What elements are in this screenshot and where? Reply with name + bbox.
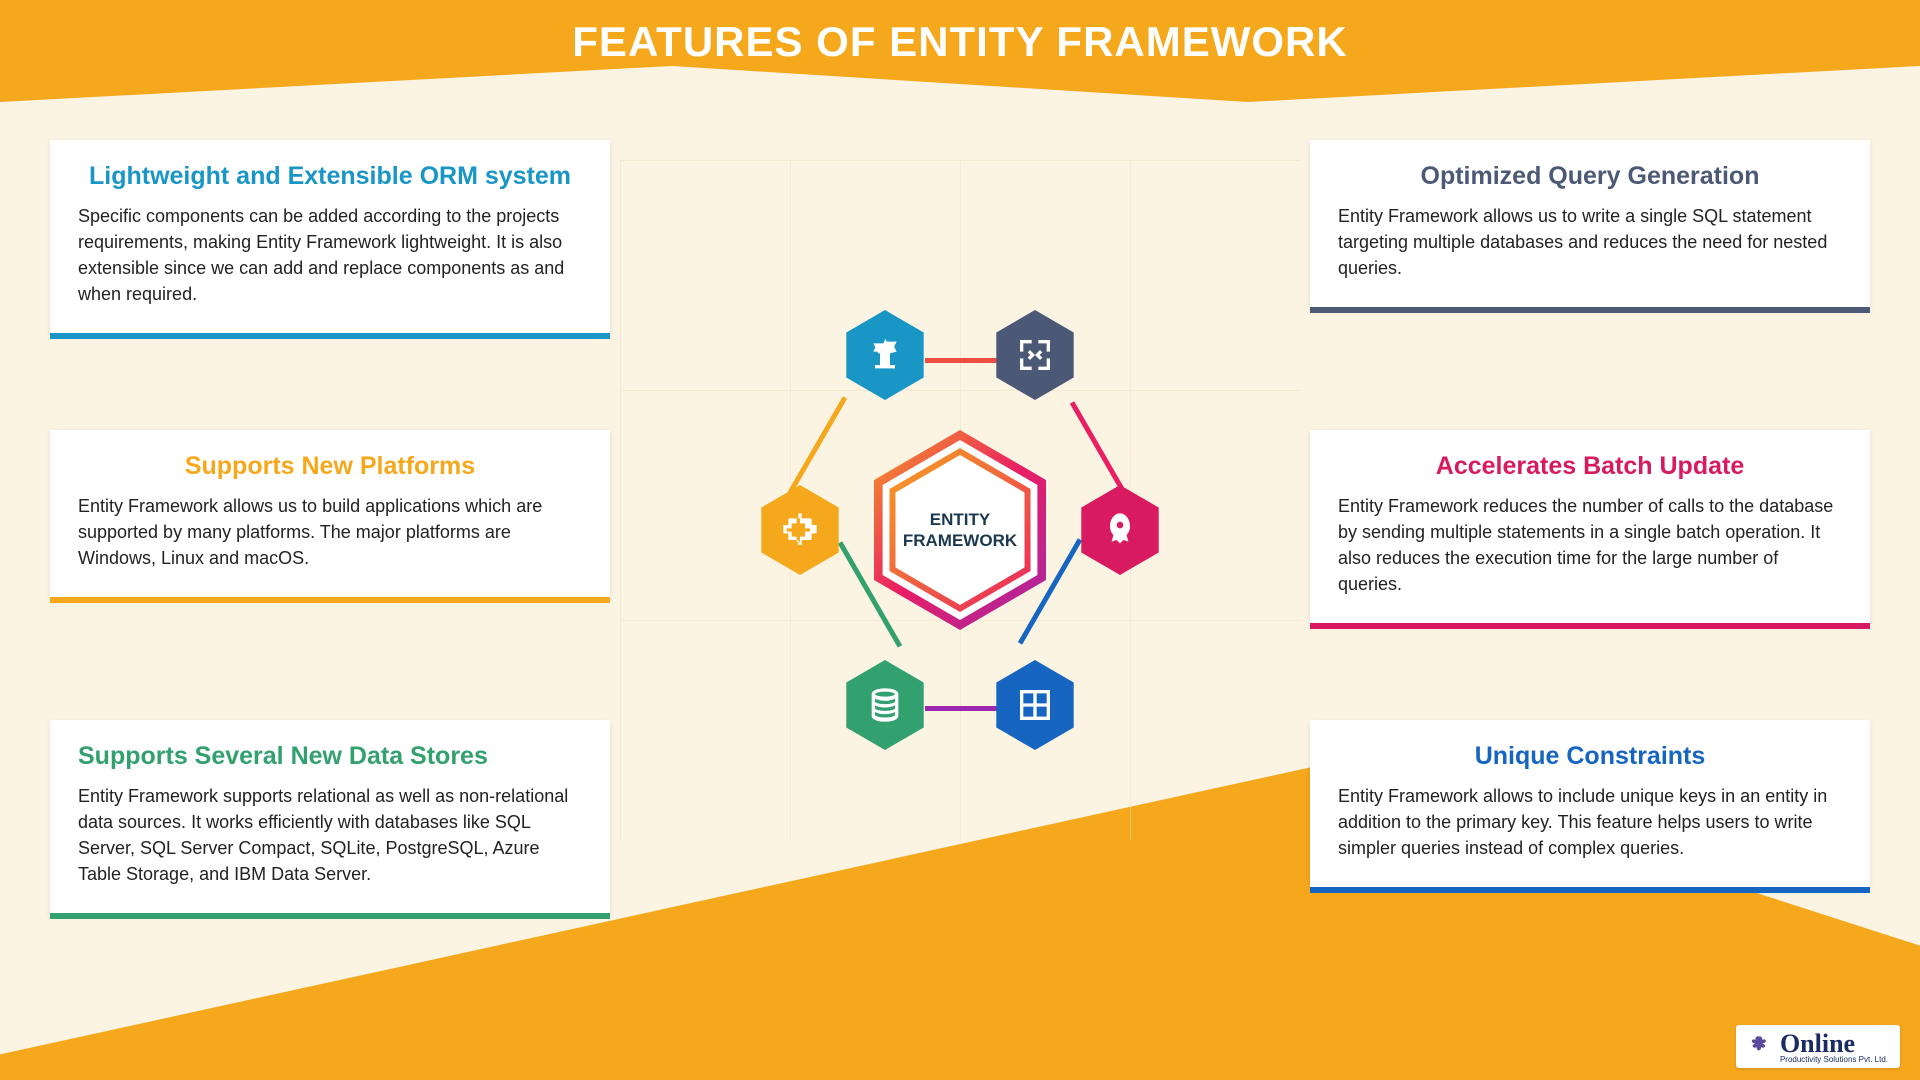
connector — [925, 358, 1000, 363]
node-batch — [1075, 485, 1165, 575]
feature-body: Entity Framework supports relational as … — [78, 783, 582, 887]
page-title: FEATURES OF ENTITY FRAMEWORK — [0, 18, 1920, 66]
feature-body: Entity Framework reduces the number of c… — [1338, 493, 1842, 597]
grid-icon — [1015, 685, 1055, 725]
feature-card-platforms: Supports New Platforms Entity Framework … — [50, 430, 610, 597]
connector — [783, 396, 847, 502]
center-hex-diagram: ENTITY FRAMEWORK — [710, 280, 1210, 780]
feature-body: Entity Framework allows to include uniqu… — [1338, 783, 1842, 861]
node-query — [990, 310, 1080, 400]
node-platforms — [755, 485, 845, 575]
feature-card-constraints: Unique Constraints Entity Framework allo… — [1310, 720, 1870, 887]
feature-body: Specific components can be added accordi… — [78, 203, 582, 307]
feature-title: Accelerates Batch Update — [1338, 452, 1842, 481]
center-label: ENTITY FRAMEWORK — [885, 509, 1035, 552]
sitemap-icon — [780, 510, 820, 550]
connector — [925, 706, 1000, 711]
feature-title: Unique Constraints — [1338, 742, 1842, 771]
scales-icon — [865, 335, 905, 375]
feature-card-data-stores: Supports Several New Data Stores Entity … — [50, 720, 610, 913]
flower-icon — [1746, 1034, 1774, 1062]
expand-icon — [1015, 335, 1055, 375]
feature-card-batch: Accelerates Batch Update Entity Framewor… — [1310, 430, 1870, 623]
feature-title: Supports Several New Data Stores — [78, 742, 582, 771]
feature-title: Lightweight and Extensible ORM system — [78, 162, 582, 191]
node-orm — [840, 310, 930, 400]
node-data-stores — [840, 660, 930, 750]
node-constraints — [990, 660, 1080, 750]
feature-body: Entity Framework allows us to build appl… — [78, 493, 582, 571]
feature-title: Optimized Query Generation — [1338, 162, 1842, 191]
brand-logo: Online Productivity Solutions Pvt. Ltd. — [1736, 1025, 1900, 1068]
database-icon — [865, 685, 905, 725]
feature-title: Supports New Platforms — [78, 452, 582, 481]
feature-body: Entity Framework allows us to write a si… — [1338, 203, 1842, 281]
feature-card-query: Optimized Query Generation Entity Framew… — [1310, 140, 1870, 307]
rocket-icon — [1100, 510, 1140, 550]
center-hexagon: ENTITY FRAMEWORK — [860, 430, 1060, 630]
brand-name: Online — [1780, 1031, 1888, 1057]
feature-card-orm: Lightweight and Extensible ORM system Sp… — [50, 140, 610, 333]
brand-subtitle: Productivity Solutions Pvt. Ltd. — [1780, 1055, 1888, 1064]
